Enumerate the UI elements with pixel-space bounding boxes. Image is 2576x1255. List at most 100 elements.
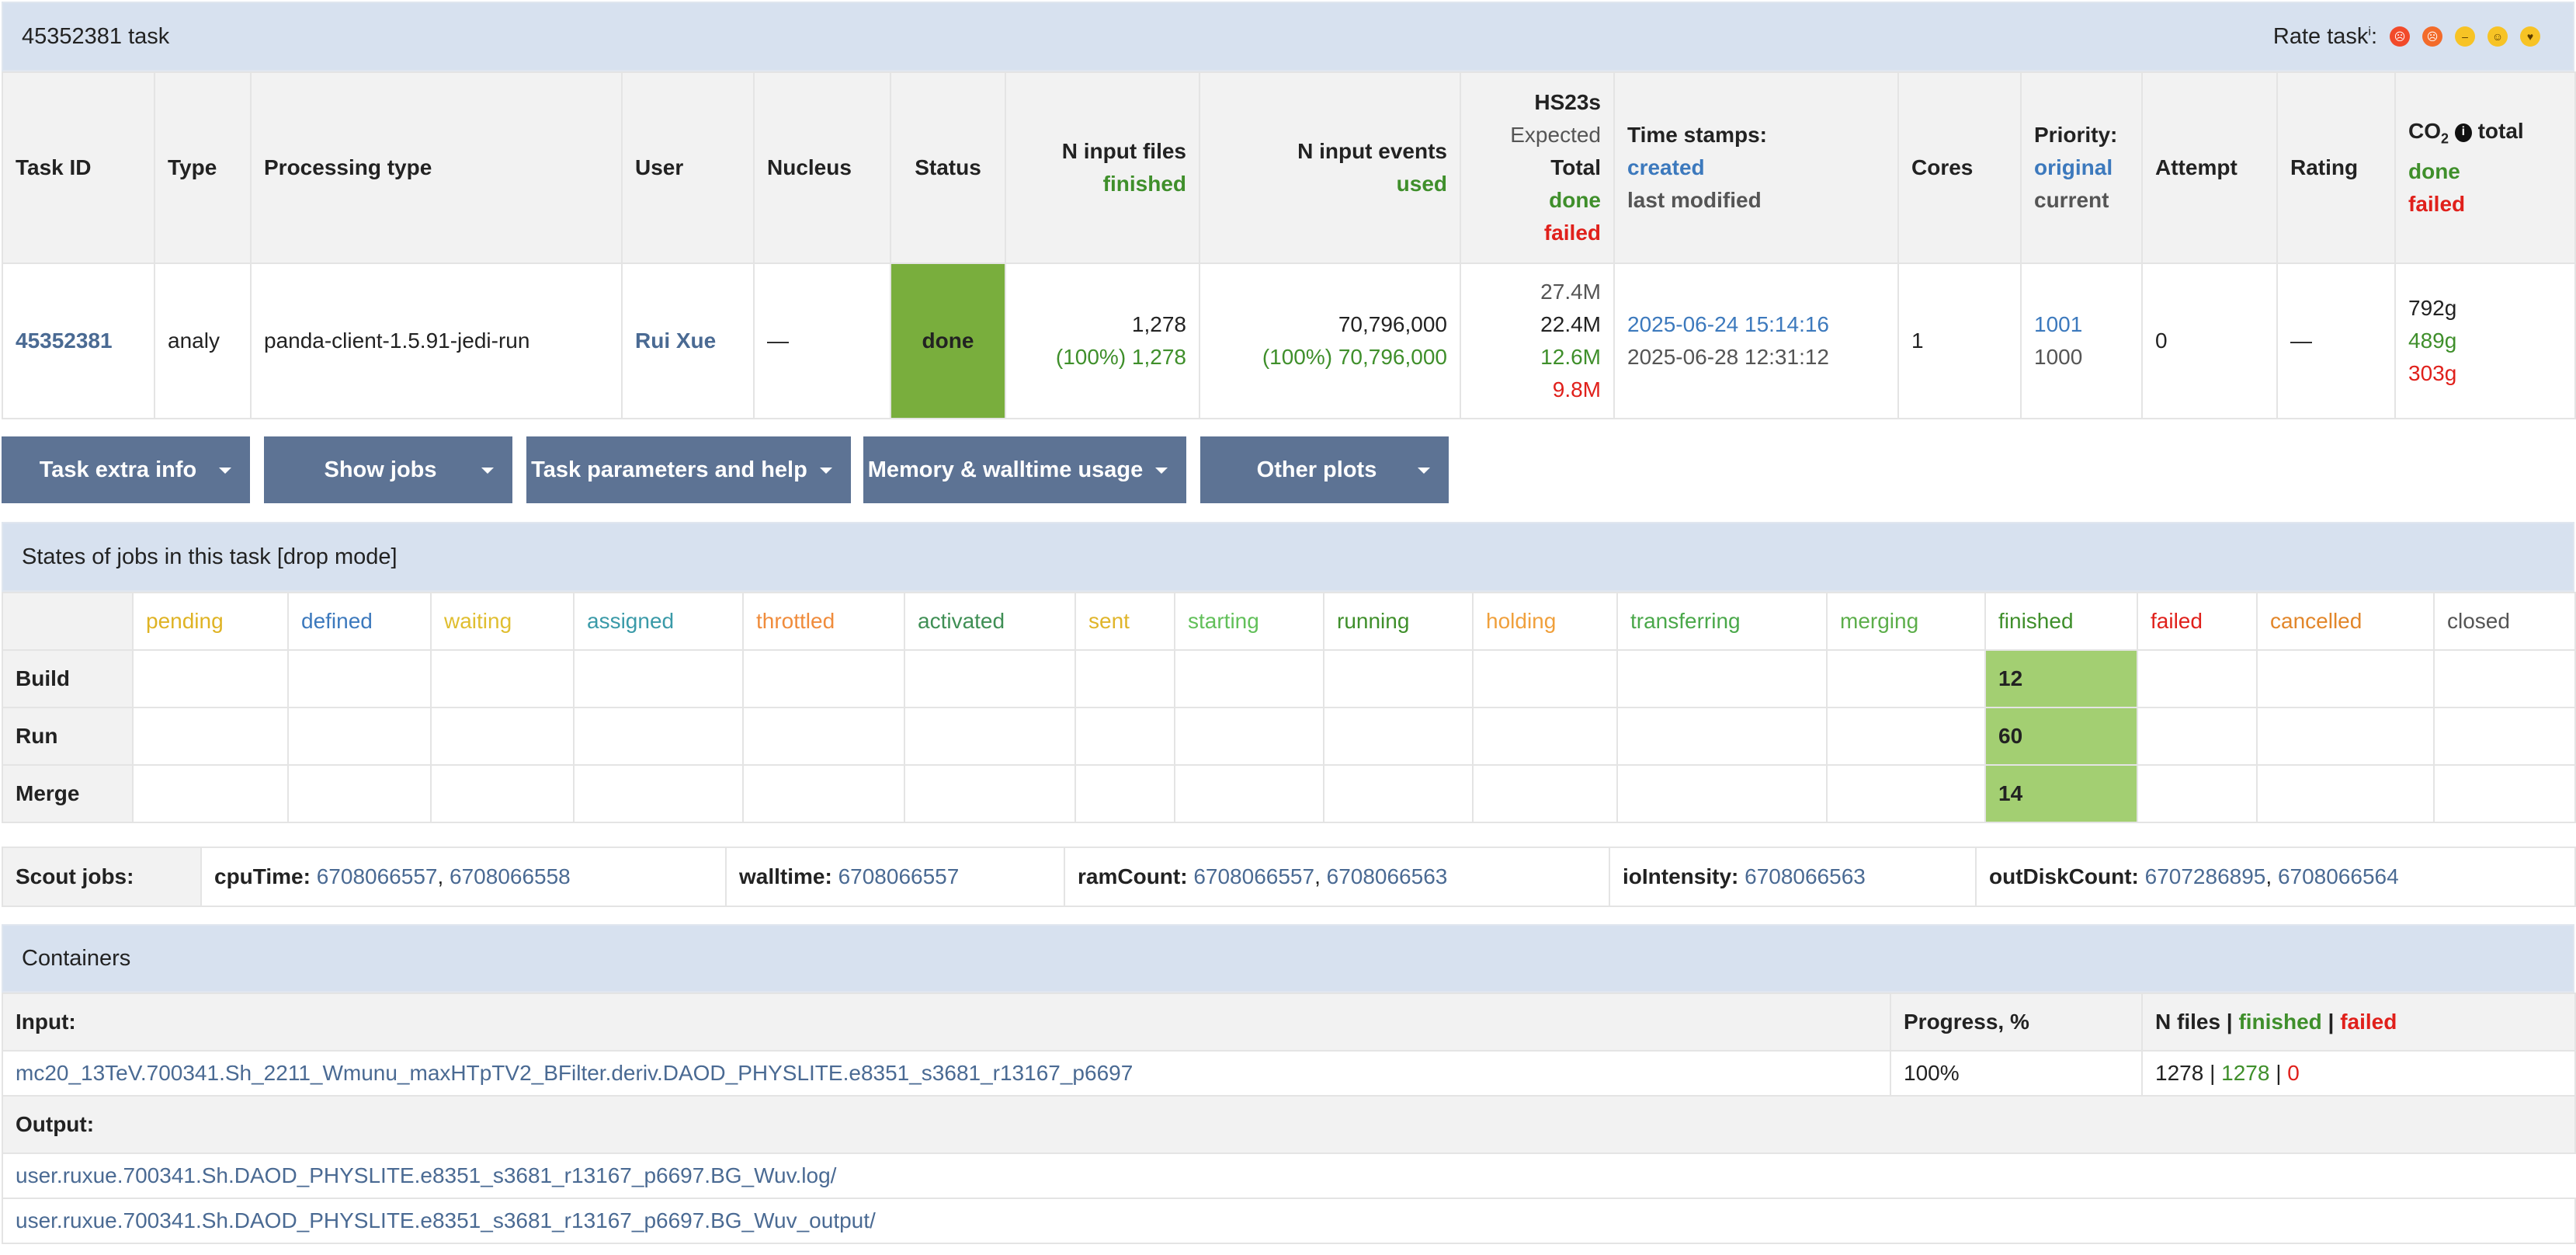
- state-col-pending[interactable]: pending: [132, 592, 289, 651]
- scout-job-link[interactable]: 6708066563: [1327, 864, 1448, 888]
- state-col-throttled[interactable]: throttled: [742, 592, 905, 651]
- output-container-link[interactable]: user.ruxue.700341.Sh.DAOD_PHYSLITE.e8351…: [2, 1152, 2575, 1199]
- task-nucleus: —: [753, 262, 891, 419]
- state-row-build: Build 12: [2, 649, 2576, 708]
- state-col-sent[interactable]: sent: [1074, 592, 1175, 651]
- state-count-empty: [742, 707, 905, 766]
- state-col-finished[interactable]: finished: [1984, 592, 2138, 651]
- state-count-empty: [2256, 764, 2435, 823]
- caret-down-icon: [1155, 468, 1168, 474]
- task-co2: 792g 489g 303g: [2394, 262, 2576, 419]
- states-header-bar: States of jobs in this task [drop mode]: [2, 522, 2574, 592]
- state-count-empty: [1826, 649, 1986, 708]
- state-count-empty: [573, 764, 744, 823]
- col-rating: Rating: [2276, 71, 2396, 264]
- rating-love-icon[interactable]: ♥: [2520, 26, 2540, 47]
- output-container-link[interactable]: user.ruxue.700341.Sh.DAOD_PHYSLITE.e8351…: [2, 1198, 2576, 1244]
- task-extra-info-button[interactable]: Task extra info: [2, 436, 250, 503]
- scout-job-link[interactable]: 6708066558: [450, 864, 571, 888]
- state-count-empty: [1472, 707, 1618, 766]
- task-user-link[interactable]: Rui Xue: [621, 262, 755, 419]
- task-processing-type: panda-client-1.5.91-jedi-run: [250, 262, 623, 419]
- containers-header-bar: Containers: [2, 924, 2574, 993]
- state-count-empty: [1074, 707, 1175, 766]
- scout-iointensity: ioIntensity: 6708066563: [1609, 847, 1977, 907]
- states-title: States of jobs in this task [drop mode]: [22, 544, 398, 569]
- state-col-assigned[interactable]: assigned: [573, 592, 744, 651]
- scout-job-link[interactable]: 6708066564: [2278, 864, 2399, 888]
- state-col-failed[interactable]: failed: [2137, 592, 2258, 651]
- containers-title: Containers: [22, 945, 131, 971]
- state-col-defined[interactable]: defined: [287, 592, 432, 651]
- col-priority: Priority: original current: [2020, 71, 2143, 264]
- state-count-empty: [287, 707, 432, 766]
- state-count-empty: [430, 764, 575, 823]
- state-col-holding[interactable]: holding: [1472, 592, 1618, 651]
- scout-job-link[interactable]: 6708066557: [317, 864, 438, 888]
- scout-job-link[interactable]: 6708066557: [1193, 864, 1314, 888]
- state-count-finished[interactable]: 60: [1984, 707, 2138, 766]
- state-count-empty: [430, 707, 575, 766]
- separator: ,: [437, 864, 450, 888]
- state-col-closed[interactable]: closed: [2433, 592, 2576, 651]
- state-count-empty: [573, 707, 744, 766]
- state-count-finished[interactable]: 12: [1984, 649, 2138, 708]
- state-count-empty: [132, 649, 289, 708]
- other-plots-button[interactable]: Other plots: [1200, 436, 1449, 503]
- rating-angry-icon[interactable]: ☹: [2390, 26, 2410, 47]
- state-col-activated[interactable]: activated: [904, 592, 1076, 651]
- task-header-bar: 45352381 task Rate taski: ☹ ☹ – ☺ ♥: [2, 2, 2574, 71]
- memory-walltime-button[interactable]: Memory & walltime usage: [863, 436, 1186, 503]
- state-count-empty: [2433, 764, 2576, 823]
- state-col-merging[interactable]: merging: [1826, 592, 1986, 651]
- scout-job-link[interactable]: 6708066563: [1745, 864, 1866, 888]
- caret-down-icon: [219, 468, 231, 474]
- rating-smile-icon[interactable]: ☺: [2487, 26, 2508, 47]
- containers-output-header: Output:: [2, 1095, 2576, 1154]
- state-row-label: Build: [2, 649, 134, 708]
- col-task-id: Task ID: [2, 71, 155, 264]
- col-attempt: Attempt: [2141, 71, 2278, 264]
- state-col-starting[interactable]: starting: [1174, 592, 1324, 651]
- task-parameters-button[interactable]: Task parameters and help: [526, 436, 851, 503]
- col-co2: CO2 i total done failed: [2394, 71, 2576, 264]
- scout-job-link[interactable]: 6707286895: [2145, 864, 2266, 888]
- caret-down-icon: [481, 468, 494, 474]
- caret-down-icon: [1418, 468, 1430, 474]
- col-n-input-events: N input events used: [1199, 71, 1461, 264]
- separator: ,: [2265, 864, 2278, 888]
- scout-job-link[interactable]: 6708066557: [838, 864, 960, 888]
- task-priority: 1001 1000: [2020, 262, 2143, 419]
- state-count-empty: [1616, 764, 1828, 823]
- state-count-empty: [742, 764, 905, 823]
- col-nucleus: Nucleus: [753, 71, 891, 264]
- state-count-empty: [742, 649, 905, 708]
- task-hs23s: 27.4M 22.4M 12.6M 9.8M: [1460, 262, 1615, 419]
- state-col-cancelled[interactable]: cancelled: [2256, 592, 2435, 651]
- state-count-empty: [132, 707, 289, 766]
- nfiles-label: N files | finished | failed: [2141, 993, 2576, 1052]
- info-icon[interactable]: i: [2454, 123, 2472, 142]
- state-col-waiting[interactable]: waiting: [430, 592, 575, 651]
- state-count-empty: [1074, 649, 1175, 708]
- state-count-empty: [287, 764, 432, 823]
- status-badge: done: [890, 262, 1006, 419]
- state-count-finished[interactable]: 14: [1984, 764, 2138, 823]
- state-col-running[interactable]: running: [1323, 592, 1474, 651]
- state-col-transferring[interactable]: transferring: [1616, 592, 1828, 651]
- show-jobs-button[interactable]: Show jobs: [264, 436, 512, 503]
- input-container-link[interactable]: mc20_13TeV.700341.Sh_2211_Wmunu_maxHTpTV…: [2, 1050, 1891, 1097]
- task-n-input-files: 1,278 (100%) 1,278: [1005, 262, 1200, 419]
- progress-label: Progress, %: [1890, 993, 2143, 1052]
- state-row-label: Run: [2, 707, 134, 766]
- state-count-empty: [1174, 707, 1324, 766]
- task-table-header: Task ID Type Processing type User Nucleu…: [2, 71, 2576, 264]
- rating-neutral-icon[interactable]: –: [2455, 26, 2475, 47]
- states-table: pending defined waiting assigned throttled ac…: [2, 592, 2576, 823]
- task-id-link[interactable]: 45352381: [2, 262, 155, 419]
- rating-frown-icon[interactable]: ☹: [2422, 26, 2442, 47]
- caret-down-icon: [820, 468, 832, 474]
- state-count-empty: [904, 707, 1076, 766]
- state-count-empty: [1616, 649, 1828, 708]
- col-hs23s: HS23s Expected Total done failed: [1460, 71, 1615, 264]
